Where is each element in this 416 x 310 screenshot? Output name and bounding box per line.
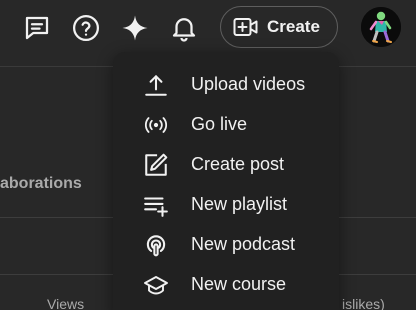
- menu-item-upload-videos[interactable]: Upload videos: [113, 64, 339, 104]
- podcast-icon: [143, 232, 169, 258]
- menu-item-create-post[interactable]: Create post: [113, 144, 339, 184]
- section-heading-fragment: aborations: [0, 175, 82, 192]
- edit-post-icon: [143, 152, 169, 178]
- column-header-views[interactable]: Views: [47, 296, 84, 310]
- sparkle-icon[interactable]: [117, 10, 153, 46]
- avatar[interactable]: [361, 7, 401, 47]
- help-icon[interactable]: [68, 10, 104, 46]
- add-video-icon: [233, 16, 259, 38]
- menu-item-label: New playlist: [191, 194, 288, 214]
- create-button[interactable]: Create: [220, 6, 338, 48]
- menu-item-label: Go live: [191, 114, 248, 134]
- course-cap-icon: [143, 272, 169, 298]
- create-menu: Upload videos Go live Create post New pl…: [113, 52, 339, 310]
- feedback-icon[interactable]: [19, 10, 55, 46]
- menu-item-label: Create post: [191, 154, 285, 174]
- avatar-image: [361, 7, 401, 47]
- menu-item-go-live[interactable]: Go live: [113, 104, 339, 144]
- menu-item-new-podcast[interactable]: New podcast: [113, 224, 339, 264]
- live-broadcast-icon: [143, 112, 169, 138]
- menu-item-label: Upload videos: [191, 74, 306, 94]
- column-header-dislikes[interactable]: islikes): [342, 296, 385, 310]
- notifications-bell-icon[interactable]: [166, 10, 202, 46]
- menu-item-label: New course: [191, 274, 287, 294]
- upload-icon: [143, 72, 169, 98]
- menu-item-new-playlist[interactable]: New playlist: [113, 184, 339, 224]
- add-playlist-icon: [143, 192, 169, 218]
- create-button-label: Create: [267, 17, 320, 36]
- menu-item-label: New podcast: [191, 234, 296, 254]
- studio-window: Create aborations Views islikes) Upload …: [0, 0, 416, 310]
- menu-item-new-course[interactable]: New course: [113, 264, 339, 304]
